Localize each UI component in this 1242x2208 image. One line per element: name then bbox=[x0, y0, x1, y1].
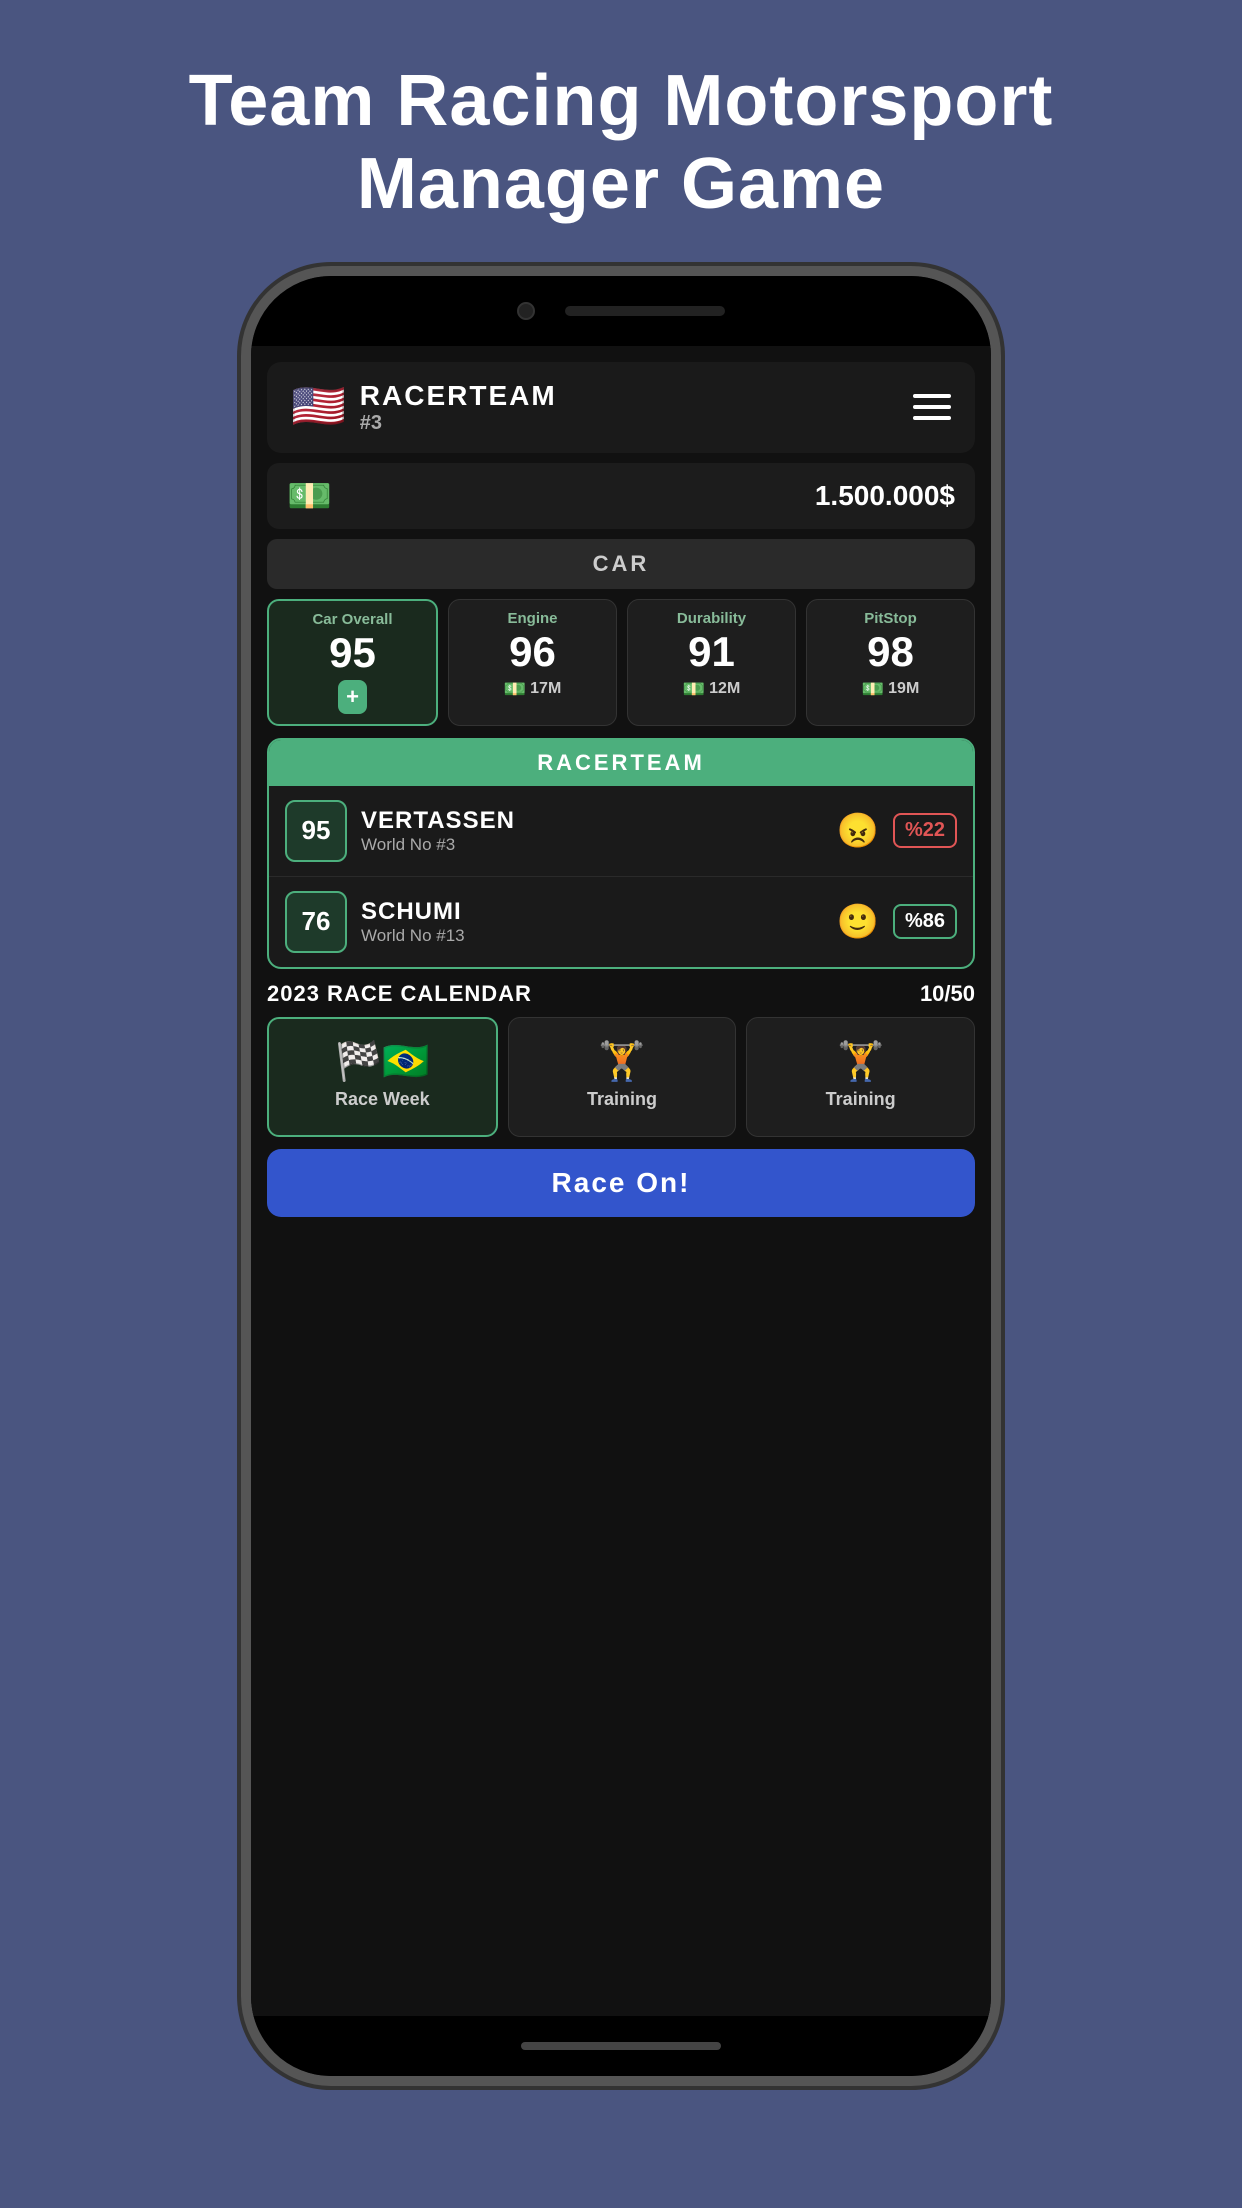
race-on-button[interactable]: Race On! bbox=[267, 1149, 975, 1217]
pitstop-value: 98 bbox=[815, 631, 966, 673]
driver-condition-2: %86 bbox=[893, 904, 957, 939]
screen-content: 🇺🇸 RACERTEAM #3 💵 1.500 bbox=[251, 346, 991, 2016]
phone-home-bar bbox=[251, 2016, 991, 2076]
calendar-item-race-week[interactable]: 🏁🇧🇷 Race Week bbox=[267, 1017, 498, 1137]
driver-row-schumi: 76 SCHUMI World No #13 🙂 %86 bbox=[269, 877, 973, 967]
driver-name-2: SCHUMI bbox=[361, 898, 823, 926]
balance-amount: 1.500.000$ bbox=[815, 480, 955, 512]
driver-name-1: VERTASSEN bbox=[361, 807, 823, 835]
driver-rating-2: 76 bbox=[285, 891, 347, 953]
durability-label: Durability bbox=[636, 610, 787, 627]
app-title: Team Racing Motorsport Manager Game bbox=[189, 60, 1054, 226]
team-info: RACERTEAM #3 bbox=[360, 380, 557, 435]
driver-condition-1: %22 bbox=[893, 813, 957, 848]
menu-button[interactable] bbox=[913, 394, 951, 420]
home-indicator bbox=[521, 2042, 721, 2050]
menu-line-3 bbox=[913, 416, 951, 420]
phone-notch bbox=[251, 276, 991, 346]
car-section-header: CAR bbox=[267, 539, 975, 589]
cost-icon-pitstop: 💵 bbox=[862, 679, 884, 700]
phone-frame: 🇺🇸 RACERTEAM #3 💵 1.500 bbox=[241, 266, 1001, 2086]
pitstop-label: PitStop bbox=[815, 610, 966, 627]
calendar-items: 🏁🇧🇷 Race Week 🏋 Training 🏋 Training bbox=[267, 1017, 975, 1137]
upgrade-button[interactable]: + bbox=[338, 680, 367, 714]
phone-device: 🇺🇸 RACERTEAM #3 💵 1.500 bbox=[241, 266, 1001, 2086]
training-1-label: Training bbox=[587, 1089, 657, 1110]
team-section-header: RACERTEAM bbox=[269, 740, 973, 786]
country-flag: 🇺🇸 bbox=[291, 385, 346, 429]
engine-value: 96 bbox=[457, 631, 608, 673]
car-overall-card: Car Overall 95 + bbox=[267, 599, 438, 726]
race-week-label: Race Week bbox=[335, 1089, 430, 1110]
app-header: 🇺🇸 RACERTEAM #3 bbox=[267, 362, 975, 453]
calendar-title: 2023 RACE CALENDAR bbox=[267, 981, 532, 1007]
pitstop-cost: 💵 19M bbox=[815, 679, 966, 700]
calendar-section: 2023 RACE CALENDAR 10/50 🏁🇧🇷 Race Week 🏋… bbox=[267, 981, 975, 1137]
camera-icon bbox=[517, 302, 535, 320]
balance-bar: 💵 1.500.000$ bbox=[267, 463, 975, 529]
engine-cost: 💵 17M bbox=[457, 679, 608, 700]
driver-mood-2: 🙂 bbox=[837, 902, 879, 942]
cost-icon-durability: 💵 bbox=[683, 679, 705, 700]
team-number: #3 bbox=[360, 412, 557, 435]
durability-card: Durability 91 💵 12M bbox=[627, 599, 796, 726]
durability-cost: 💵 12M bbox=[636, 679, 787, 700]
engine-card: Engine 96 💵 17M bbox=[448, 599, 617, 726]
car-overall-value: 95 bbox=[277, 632, 428, 674]
calendar-item-training-1[interactable]: 🏋 Training bbox=[508, 1017, 737, 1137]
driver-rank-2: World No #13 bbox=[361, 926, 823, 946]
driver-rank-1: World No #3 bbox=[361, 835, 823, 855]
driver-rating-1: 95 bbox=[285, 800, 347, 862]
durability-value: 91 bbox=[636, 631, 787, 673]
driver-info-1: VERTASSEN World No #3 bbox=[361, 807, 823, 855]
driver-info-2: SCHUMI World No #13 bbox=[361, 898, 823, 946]
training-1-icon: 🏋 bbox=[598, 1043, 645, 1081]
speaker-icon bbox=[565, 306, 725, 316]
training-2-label: Training bbox=[826, 1089, 896, 1110]
race-week-icon: 🏁🇧🇷 bbox=[335, 1043, 430, 1081]
engine-label: Engine bbox=[457, 610, 608, 627]
training-2-icon: 🏋 bbox=[837, 1043, 884, 1081]
car-stats: Car Overall 95 + Engine 96 💵 17M bbox=[267, 599, 975, 726]
header-left: 🇺🇸 RACERTEAM #3 bbox=[291, 380, 557, 435]
cost-icon-engine: 💵 bbox=[504, 679, 526, 700]
money-icon: 💵 bbox=[287, 475, 332, 517]
pitstop-card: PitStop 98 💵 19M bbox=[806, 599, 975, 726]
calendar-progress: 10/50 bbox=[920, 981, 975, 1007]
menu-line-1 bbox=[913, 394, 951, 398]
car-overall-label: Car Overall bbox=[277, 611, 428, 628]
calendar-header: 2023 RACE CALENDAR 10/50 bbox=[267, 981, 975, 1007]
team-name: RACERTEAM bbox=[360, 380, 557, 412]
driver-mood-1: 😠 bbox=[837, 811, 879, 851]
calendar-item-training-2[interactable]: 🏋 Training bbox=[746, 1017, 975, 1137]
phone-screen: 🇺🇸 RACERTEAM #3 💵 1.500 bbox=[251, 346, 991, 2016]
driver-row-vertassen: 95 VERTASSEN World No #3 😠 %22 bbox=[269, 786, 973, 877]
team-section: RACERTEAM 95 VERTASSEN World No #3 😠 %22… bbox=[267, 738, 975, 969]
menu-line-2 bbox=[913, 405, 951, 409]
